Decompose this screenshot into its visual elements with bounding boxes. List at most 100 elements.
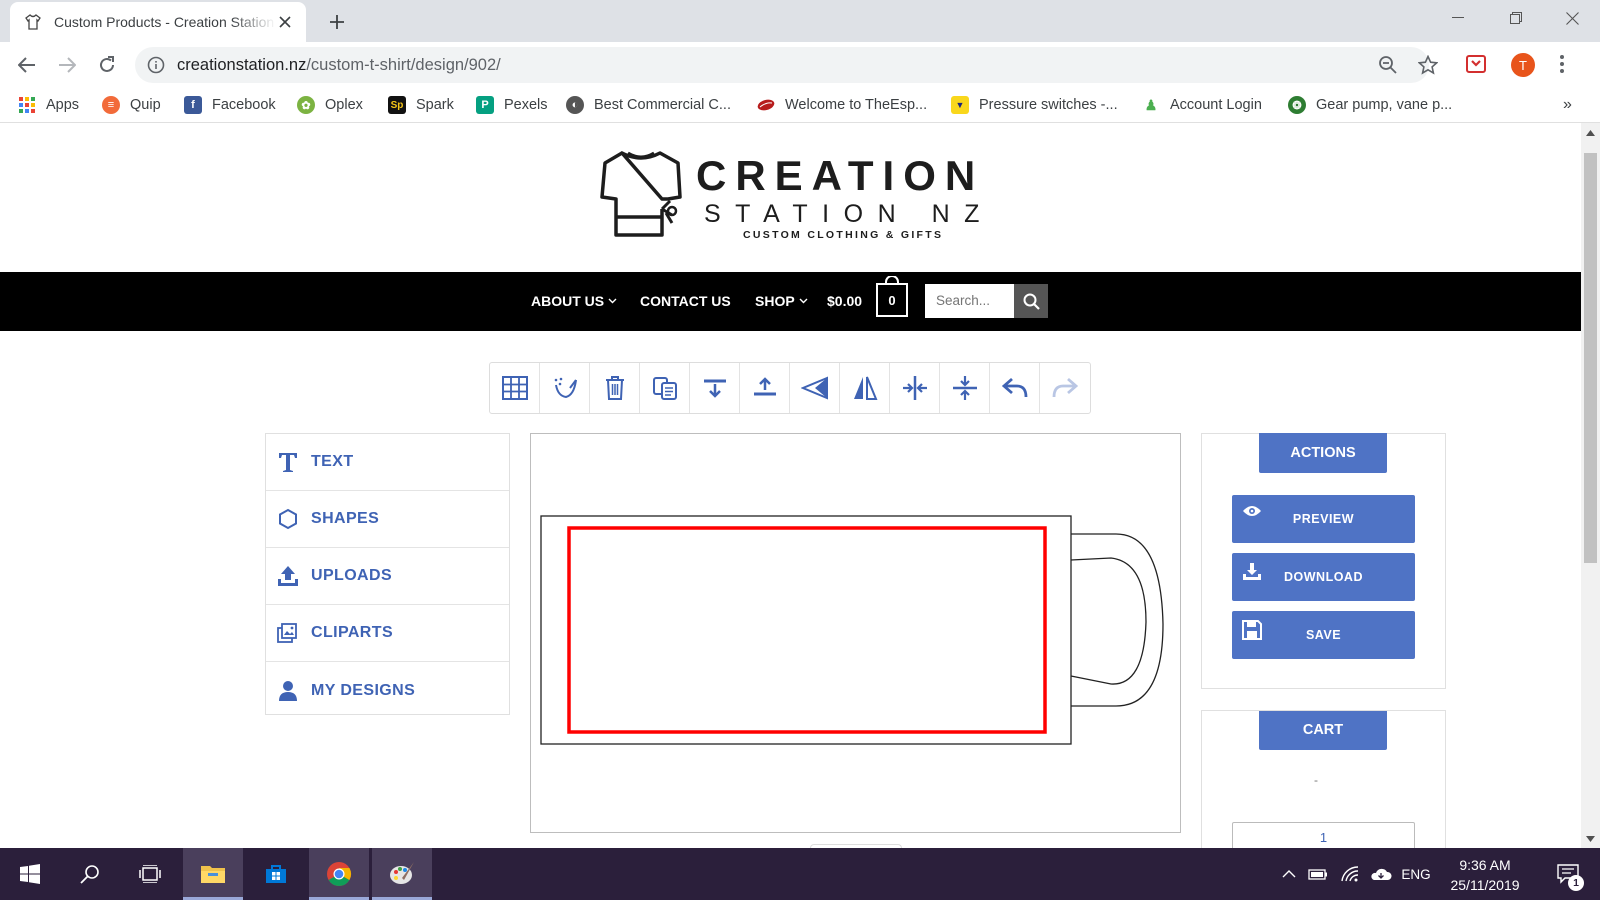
actions-panel: ACTIONS PREVIEW DOWNLOAD SAVE	[1201, 433, 1446, 689]
logo-tagline: CUSTOM CLOTHING & GIFTS	[743, 229, 944, 241]
reload-icon[interactable]	[93, 51, 121, 79]
flip-vertical-icon[interactable]	[840, 363, 890, 413]
bookmark-spark[interactable]: Sp Spark	[388, 94, 454, 116]
delete-icon[interactable]	[590, 363, 640, 413]
bookmark-label: Oplex	[325, 97, 363, 113]
undo-icon[interactable]	[990, 363, 1040, 413]
onedrive-icon[interactable]	[1368, 848, 1394, 900]
site-info-icon[interactable]	[147, 56, 165, 74]
quip-icon: ≡	[102, 96, 120, 114]
cart-total[interactable]: $0.00	[827, 293, 862, 309]
search-icon	[1023, 293, 1040, 310]
back-icon[interactable]	[13, 51, 41, 79]
menu-item-shapes[interactable]: SHAPES	[266, 491, 509, 548]
show-hidden-icons-icon[interactable]	[1278, 848, 1300, 900]
redo-icon[interactable]	[1040, 363, 1090, 413]
nav-about-label: ABOUT US	[531, 293, 605, 309]
preview-label: PREVIEW	[1292, 512, 1355, 526]
align-top-icon[interactable]	[740, 363, 790, 413]
nav-about-us[interactable]: ABOUT US	[531, 293, 617, 309]
tab-close-icon[interactable]	[276, 13, 294, 31]
bookmark-star-icon[interactable]	[1418, 55, 1438, 75]
menu-item-text[interactable]: TEXT	[266, 434, 509, 491]
menu-item-my-designs[interactable]: MY DESIGNS	[266, 662, 509, 719]
language-indicator[interactable]: ENG	[1398, 848, 1434, 900]
wifi-icon[interactable]	[1338, 848, 1362, 900]
url-text: creationstation.nz/custom-t-shirt/design…	[177, 56, 501, 75]
cart-title: CART	[1259, 711, 1387, 750]
download-button[interactable]: DOWNLOAD	[1232, 553, 1415, 601]
bookmark-apps[interactable]: Apps	[18, 94, 79, 116]
save-label: SAVE	[1305, 628, 1342, 642]
search-input[interactable]: Search...	[925, 284, 1014, 318]
pressure-switch-icon: ▼	[951, 96, 969, 114]
bookmark-quip[interactable]: ≡ Quip	[102, 94, 161, 116]
design-canvas[interactable]	[530, 433, 1181, 833]
restore-icon[interactable]	[1488, 0, 1544, 36]
bookmark-pressure-switches[interactable]: ▼ Pressure switches -...	[951, 94, 1118, 116]
duplicate-icon[interactable]	[640, 363, 690, 413]
search-button[interactable]	[1014, 284, 1048, 318]
bookmark-best-commercial[interactable]: ◐ Best Commercial C...	[566, 94, 731, 116]
browser-tab[interactable]: Custom Products - Creation Station NZ	[10, 2, 306, 42]
clear-canvas-icon[interactable]	[540, 363, 590, 413]
save-button[interactable]: SAVE	[1232, 611, 1415, 659]
center-horizontal-icon[interactable]	[890, 363, 940, 413]
battery-icon[interactable]	[1306, 848, 1330, 900]
shapes-icon	[276, 507, 300, 531]
cart-count-badge[interactable]: 0	[876, 283, 908, 317]
quantity-input[interactable]: 1	[1232, 822, 1415, 848]
system-clock[interactable]: 9:36 AM 25/11/2019	[1430, 855, 1540, 895]
logo-title[interactable]: CREATION	[696, 152, 984, 200]
scroll-up-icon[interactable]	[1586, 130, 1595, 136]
scrollbar-thumb[interactable]	[1584, 153, 1597, 563]
cart-panel: CART - 1	[1201, 710, 1446, 848]
floppy-disk-icon	[1242, 620, 1262, 640]
tab-title: Custom Products - Creation Station NZ	[54, 14, 276, 30]
bookmark-oplex[interactable]: ✿ Oplex	[297, 94, 363, 116]
search-icon[interactable]	[60, 848, 120, 900]
menu-label-text: TEXT	[311, 453, 354, 470]
menu-label-my-designs: MY DESIGNS	[311, 681, 416, 699]
store-icon[interactable]	[246, 848, 306, 900]
profile-avatar[interactable]: T	[1511, 53, 1535, 77]
bookmark-theespresso[interactable]: Welcome to TheEsp...	[757, 94, 927, 116]
more-bookmarks-icon[interactable]: »	[1563, 94, 1572, 116]
bookmark-facebook[interactable]: f Facebook	[184, 94, 276, 116]
windows-start-icon[interactable]	[0, 848, 60, 900]
flip-horizontal-icon[interactable]	[790, 363, 840, 413]
task-view-icon[interactable]	[120, 848, 180, 900]
scroll-down-icon[interactable]	[1586, 836, 1595, 842]
nav-shop[interactable]: SHOP	[755, 293, 808, 309]
zoom-icon[interactable]	[1378, 55, 1398, 75]
bookmark-pexels[interactable]: P Pexels	[476, 94, 548, 116]
logo-tshirt-icon[interactable]	[600, 149, 684, 239]
paint-icon[interactable]	[372, 848, 432, 900]
bookmark-gear-pump[interactable]: ❂ Gear pump, vane p...	[1288, 94, 1452, 116]
browser-tab-strip: Custom Products - Creation Station NZ	[0, 0, 1600, 42]
file-explorer-icon[interactable]	[183, 848, 243, 900]
new-tab-button[interactable]	[324, 9, 350, 35]
center-vertical-icon[interactable]	[940, 363, 990, 413]
menu-item-uploads[interactable]: UPLOADS	[266, 548, 509, 605]
page-scrollbar[interactable]	[1581, 123, 1600, 848]
bookmark-account-login[interactable]: ♟ Account Login	[1142, 94, 1262, 116]
download-icon	[1242, 562, 1262, 582]
close-window-icon[interactable]	[1544, 0, 1600, 36]
preview-button[interactable]: PREVIEW	[1232, 495, 1415, 543]
browser-menu-icon[interactable]	[1560, 55, 1564, 73]
forward-icon[interactable]	[53, 51, 81, 79]
extension-icon[interactable]	[1465, 53, 1487, 75]
address-bar[interactable]: creationstation.nz/custom-t-shirt/design…	[135, 47, 1438, 83]
cliparts-icon	[276, 621, 300, 645]
minimize-icon[interactable]	[1430, 0, 1486, 36]
pexels-icon: P	[476, 96, 494, 114]
mug-outline	[540, 515, 1164, 745]
notification-center-icon[interactable]: 1	[1548, 848, 1588, 900]
chrome-icon[interactable]	[309, 848, 369, 900]
align-bottom-icon[interactable]	[690, 363, 740, 413]
grid-icon[interactable]	[490, 363, 540, 413]
notification-count-badge: 1	[1568, 875, 1584, 891]
nav-contact-us[interactable]: CONTACT US	[640, 293, 731, 309]
menu-item-cliparts[interactable]: CLIPARTS	[266, 605, 509, 662]
